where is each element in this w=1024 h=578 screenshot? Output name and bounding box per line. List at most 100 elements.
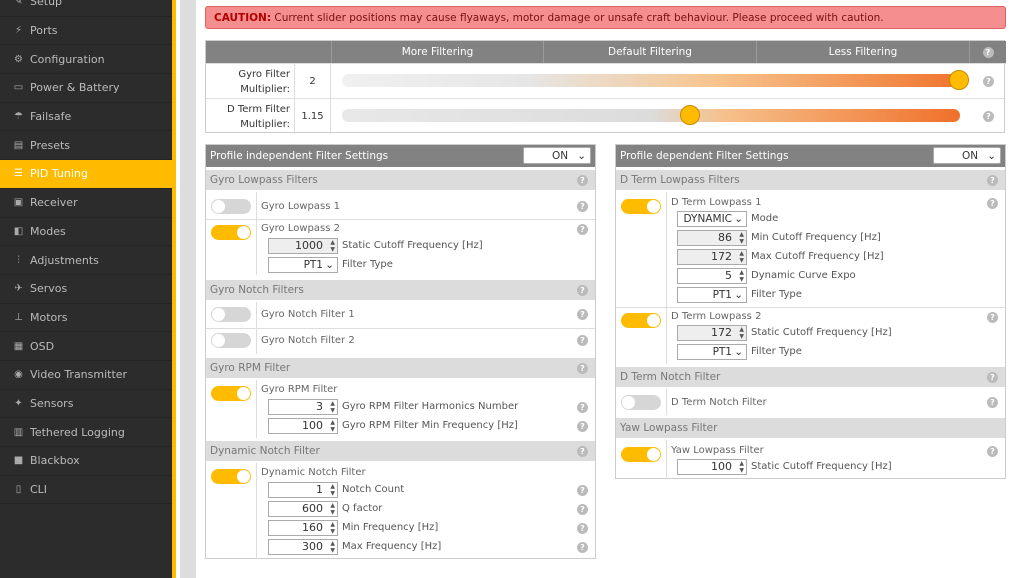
q-factor-label: Q factor <box>342 503 383 514</box>
help-icon[interactable]: ? <box>982 47 994 58</box>
sidebar-item-setup[interactable]: ✎ Setup <box>0 0 172 17</box>
yaw-lowpass-toggle[interactable] <box>621 447 661 462</box>
spinner-icon: ▲ ▼ <box>739 250 744 264</box>
help-icon[interactable]: ? <box>577 285 588 296</box>
dterm-lowpass-2-toggle[interactable] <box>621 313 661 328</box>
notch-max-frequency-input[interactable]: 300 ▲ ▼ <box>268 539 338 555</box>
dterm-lowpass-2-label: D Term Lowpass 2 <box>671 311 762 322</box>
spinner-icon: ▲ ▼ <box>330 502 335 516</box>
sidebar-item-adjustments[interactable]: ⫶ Adjustments <box>0 246 172 275</box>
gyro-multiplier-slider-thumb[interactable] <box>949 70 969 90</box>
dterm-lowpass-2-frequency-input[interactable]: 172 ▲ ▼ <box>677 325 747 341</box>
help-icon[interactable]: ? <box>577 175 588 186</box>
gyro-multiplier-slider-track[interactable] <box>342 74 960 87</box>
notch-count-input[interactable]: 1 ▲ ▼ <box>268 482 338 498</box>
sensor-icon: ✦ <box>14 397 23 409</box>
help-icon[interactable]: ? <box>577 363 588 374</box>
help-icon[interactable]: ? <box>987 446 998 457</box>
sidebar-item-label: Setup <box>30 0 63 9</box>
sidebar-item-presets[interactable]: ▤ Presets <box>0 131 172 161</box>
gyro-notch-2-toggle[interactable] <box>211 333 251 348</box>
dterm-multiplier-label-2: Multiplier: <box>240 119 290 130</box>
gyro-filter-multiplier-row: Gyro Filter Multiplier: 2 ? <box>206 63 1006 99</box>
gyro-rpm-header: Gyro RPM Filter? <box>206 358 595 378</box>
sidebar-item-blackbox[interactable]: ■ Blackbox <box>0 447 172 476</box>
blackbox-icon: ■ <box>13 455 24 467</box>
q-factor-input[interactable]: 600 ▲ ▼ <box>268 501 338 517</box>
profile-dependent-filter-panel: Profile dependent Filter Settings ON ⌄ D … <box>615 144 1006 479</box>
sidebar-item-ports[interactable]: ⚡ Ports <box>0 17 172 46</box>
dterm-mode-select[interactable]: DYNAMIC ⌄ <box>677 211 747 227</box>
gyro-lowpass-2-frequency-input[interactable]: 1000 ▲ ▼ <box>268 238 338 254</box>
help-icon[interactable]: ? <box>577 402 588 413</box>
help-icon[interactable]: ? <box>577 201 588 212</box>
help-icon[interactable]: ? <box>983 111 994 122</box>
notch-min-frequency-input[interactable]: 160 ▲ ▼ <box>268 520 338 536</box>
profile-dependent-toggle-select[interactable]: ON ⌄ <box>933 147 1001 164</box>
help-icon[interactable]: ? <box>987 312 998 323</box>
dterm-lowpass-1-type-select[interactable]: PT1 ⌄ <box>677 287 747 303</box>
max-cutoff-label: Max Cutoff Frequency [Hz] <box>751 251 884 262</box>
dterm-lowpass-2-type-select[interactable]: PT1 ⌄ <box>677 344 747 360</box>
help-icon[interactable]: ? <box>577 504 588 515</box>
sidebar-item-power-battery[interactable]: ▭ Power & Battery <box>0 74 172 103</box>
static-cutoff-label: Static Cutoff Frequency [Hz] <box>751 327 892 338</box>
gyro-lowpass-2-toggle[interactable] <box>211 225 251 240</box>
help-icon[interactable]: ? <box>987 397 998 408</box>
chevron-down-icon: ⌄ <box>734 213 743 225</box>
help-icon[interactable]: ? <box>987 175 998 186</box>
sidebar-item-motors[interactable]: ⊥ Motors <box>0 304 172 333</box>
sidebar-item-servos[interactable]: ✈ Servos <box>0 275 172 304</box>
gyro-notch-1-toggle[interactable] <box>211 307 251 322</box>
sidebar-item-configuration[interactable]: ⚙ Configuration <box>0 45 172 75</box>
dynamic-notch-toggle[interactable] <box>211 469 251 484</box>
parachute-icon: ☂ <box>14 111 23 123</box>
sidebar-item-tethered-logging[interactable]: ▥ Tethered Logging <box>0 418 172 447</box>
help-icon[interactable]: ? <box>577 335 588 346</box>
dterm-lowpass-1-toggle[interactable] <box>621 199 661 214</box>
gyro-lowpass-2-type-select[interactable]: PT1 ⌄ <box>268 257 338 273</box>
help-icon[interactable]: ? <box>577 309 588 320</box>
sidebar-item-label: Tethered Logging <box>30 425 125 439</box>
gyro-rpm-harmonics-input[interactable]: 3 ▲ ▼ <box>268 399 338 415</box>
gyro-multiplier-label-1: Gyro Filter <box>238 69 290 80</box>
sidebar-item-label: Presets <box>30 138 71 152</box>
gyro-multiplier-label-2: Multiplier: <box>240 84 290 95</box>
help-icon[interactable]: ? <box>577 542 588 553</box>
dterm-max-cutoff-input[interactable]: 172 ▲ ▼ <box>677 249 747 265</box>
help-icon[interactable]: ? <box>577 421 588 432</box>
folder-icon: ▤ <box>13 139 24 151</box>
sidebar-item-failsafe[interactable]: ☂ Failsafe <box>0 103 172 132</box>
dterm-curve-expo-input[interactable]: 5 ▲ ▼ <box>677 268 747 284</box>
rpm-min-frequency-label: Gyro RPM Filter Min Frequency [Hz] <box>342 420 518 431</box>
help-icon[interactable]: ? <box>987 198 998 209</box>
sidebar-item-osd[interactable]: ▦ OSD <box>0 332 172 361</box>
dterm-multiplier-slider-track[interactable] <box>342 109 960 122</box>
dterm-notch-toggle[interactable] <box>621 395 661 410</box>
profile-independent-toggle-select[interactable]: ON ⌄ <box>523 147 591 164</box>
sidebar-item-video-transmitter[interactable]: ◉ Video Transmitter <box>0 361 172 390</box>
gyro-lowpass-1-toggle[interactable] <box>211 199 251 214</box>
help-icon[interactable]: ? <box>577 446 588 457</box>
sidebar-item-label: Power & Battery <box>30 81 120 95</box>
sidebar-item-cli[interactable]: ▯ CLI <box>0 476 172 505</box>
gyro-rpm-min-frequency-input[interactable]: 100 ▲ ▼ <box>268 418 338 434</box>
gyro-rpm-label: Gyro RPM Filter <box>261 384 338 395</box>
yaw-lowpass-frequency-input[interactable]: 100 ▲ ▼ <box>677 459 747 475</box>
dterm-min-cutoff-input[interactable]: 86 ▲ ▼ <box>677 230 747 246</box>
help-icon[interactable]: ? <box>577 224 588 235</box>
help-icon[interactable]: ? <box>983 76 994 87</box>
help-icon[interactable]: ? <box>577 485 588 496</box>
sidebar-item-receiver[interactable]: ▣ Receiver <box>0 189 172 218</box>
gyro-rpm-toggle[interactable] <box>211 386 251 401</box>
sidebar-item-sensors[interactable]: ✦ Sensors <box>0 390 172 419</box>
dterm-multiplier-slider-thumb[interactable] <box>679 105 700 125</box>
gyro-notch-header: Gyro Notch Filters? <box>206 280 595 300</box>
sidebar-item-modes[interactable]: ◧ Modes <box>0 218 172 247</box>
yaw-lowpass-header: Yaw Lowpass Filter <box>616 418 1005 438</box>
sidebar-item-label: CLI <box>30 483 48 497</box>
help-icon[interactable]: ? <box>577 523 588 534</box>
sidebar-item-pid-tuning[interactable]: ☰ PID Tuning <box>0 160 172 189</box>
help-icon[interactable]: ? <box>987 372 998 383</box>
sidebar-item-label: OSD <box>30 339 55 353</box>
